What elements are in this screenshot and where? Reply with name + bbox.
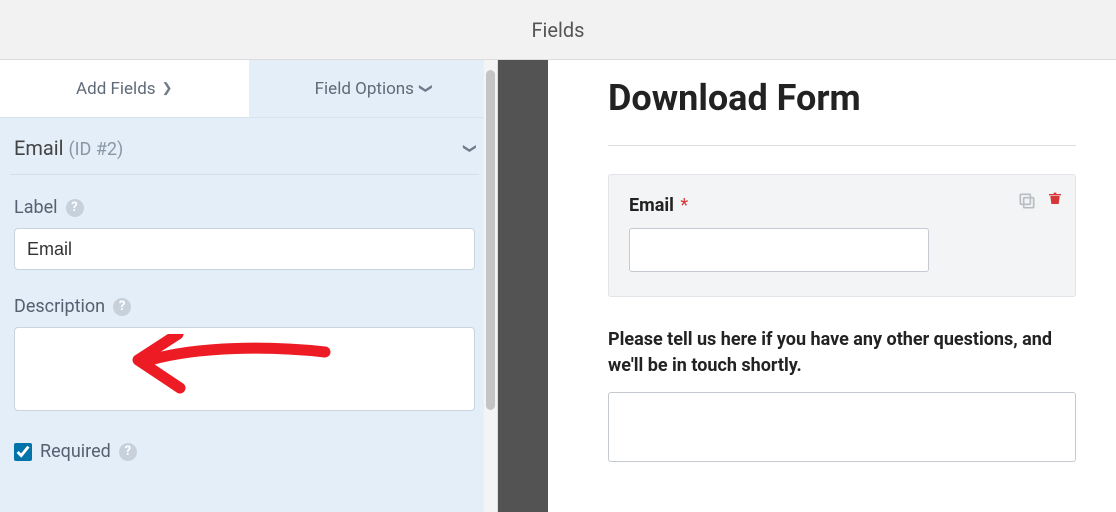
preview-paragraph-label: Please tell us here if you have any othe… (608, 327, 1076, 377)
tab-add-fields[interactable]: Add Fields ❯ (0, 60, 249, 117)
field-section-header[interactable]: Email (ID #2) ❯ (10, 130, 479, 175)
field-options-panel: Add Fields ❯ Field Options ❯ Email (ID #… (0, 60, 498, 512)
label-text: Label (14, 197, 58, 218)
chevron-down-icon: ❯ (418, 83, 433, 94)
required-checkbox[interactable] (14, 443, 32, 461)
preview-paragraph-input[interactable] (608, 392, 1076, 462)
field-name: Email (ID #2) (14, 136, 123, 160)
field-id-text: (ID #2) (68, 139, 123, 160)
trash-icon[interactable] (1047, 189, 1063, 212)
label-field-group: Label ? (10, 197, 479, 270)
tab-options-label: Field Options (315, 79, 414, 99)
main-area: Add Fields ❯ Field Options ❯ Email (ID #… (0, 60, 1116, 512)
help-icon[interactable]: ? (66, 199, 84, 217)
panel-body: Email (ID #2) ❯ Label ? Description ? (0, 118, 497, 462)
form-preview: Download Form Email * Please tell u (548, 60, 1116, 512)
preview-email-input[interactable] (629, 228, 929, 272)
field-action-icons (1017, 189, 1063, 212)
label-input[interactable] (14, 228, 475, 270)
duplicate-icon[interactable] (1017, 191, 1037, 211)
field-name-text: Email (14, 136, 64, 160)
tab-add-label: Add Fields (76, 79, 156, 99)
description-label-row: Description ? (14, 296, 475, 317)
required-row: Required ? (10, 441, 479, 462)
preview-email-label-text: Email (629, 195, 674, 216)
description-field-group: Description ? (10, 296, 479, 415)
preview-gutter (498, 60, 548, 512)
page-title: Fields (532, 18, 585, 42)
preview-email-label: Email * (629, 195, 1055, 216)
description-input[interactable] (14, 327, 475, 411)
scrollbar-thumb[interactable] (486, 70, 495, 410)
divider (608, 145, 1076, 146)
tab-field-options[interactable]: Field Options ❯ (249, 60, 498, 117)
help-icon[interactable]: ? (113, 298, 131, 316)
chevron-right-icon: ❯ (162, 81, 173, 96)
chevron-down-icon: ❯ (462, 143, 477, 154)
scrollbar-track[interactable] (483, 60, 497, 512)
required-asterisk: * (680, 195, 688, 216)
form-title: Download Form (608, 78, 888, 119)
required-label: Required (40, 441, 111, 462)
page-header: Fields (0, 0, 1116, 60)
help-icon[interactable]: ? (119, 443, 137, 461)
panel-tabs: Add Fields ❯ Field Options ❯ (0, 60, 497, 118)
preview-email-field[interactable]: Email * (608, 174, 1076, 297)
description-label-text: Description (14, 296, 105, 317)
label-row: Label ? (14, 197, 475, 218)
